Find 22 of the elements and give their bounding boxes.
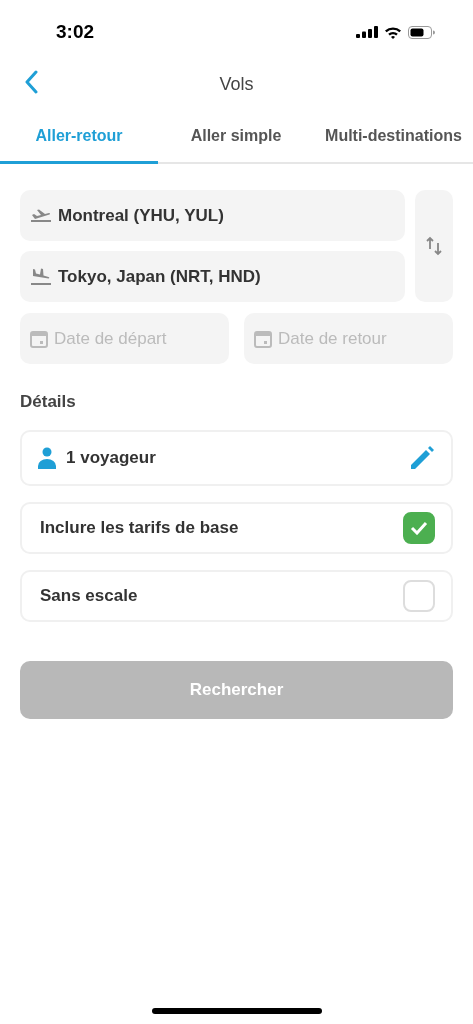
calendar-icon <box>30 329 48 348</box>
back-button[interactable] <box>24 70 38 94</box>
option-label: Inclure les tarifs de base <box>40 518 240 538</box>
check-icon <box>410 521 428 535</box>
destination-field[interactable]: Tokyo, Japan (NRT, HND) <box>20 251 405 302</box>
battery-icon <box>408 25 435 39</box>
travellers-row[interactable]: 1 voyageur <box>20 430 453 486</box>
section-title: Détails <box>20 392 77 412</box>
swap-icon <box>425 235 443 257</box>
calendar-icon <box>254 329 272 348</box>
edit-icon[interactable] <box>409 445 435 471</box>
wifi-icon <box>384 25 402 39</box>
option-label: Sans escale <box>40 586 139 606</box>
screen-title: Vols <box>219 73 254 95</box>
origin-field[interactable]: Montreal (YHU, YUL) <box>20 190 405 241</box>
landing-icon <box>30 267 52 286</box>
signal-icon <box>356 26 378 38</box>
checkbox[interactable] <box>403 512 435 544</box>
trip-type-tab[interactable]: Multi-destinations <box>314 110 473 164</box>
trip-type-tab[interactable]: Aller simple <box>158 110 314 164</box>
person-icon <box>38 447 56 469</box>
status-time: 3:02 <box>56 21 95 43</box>
